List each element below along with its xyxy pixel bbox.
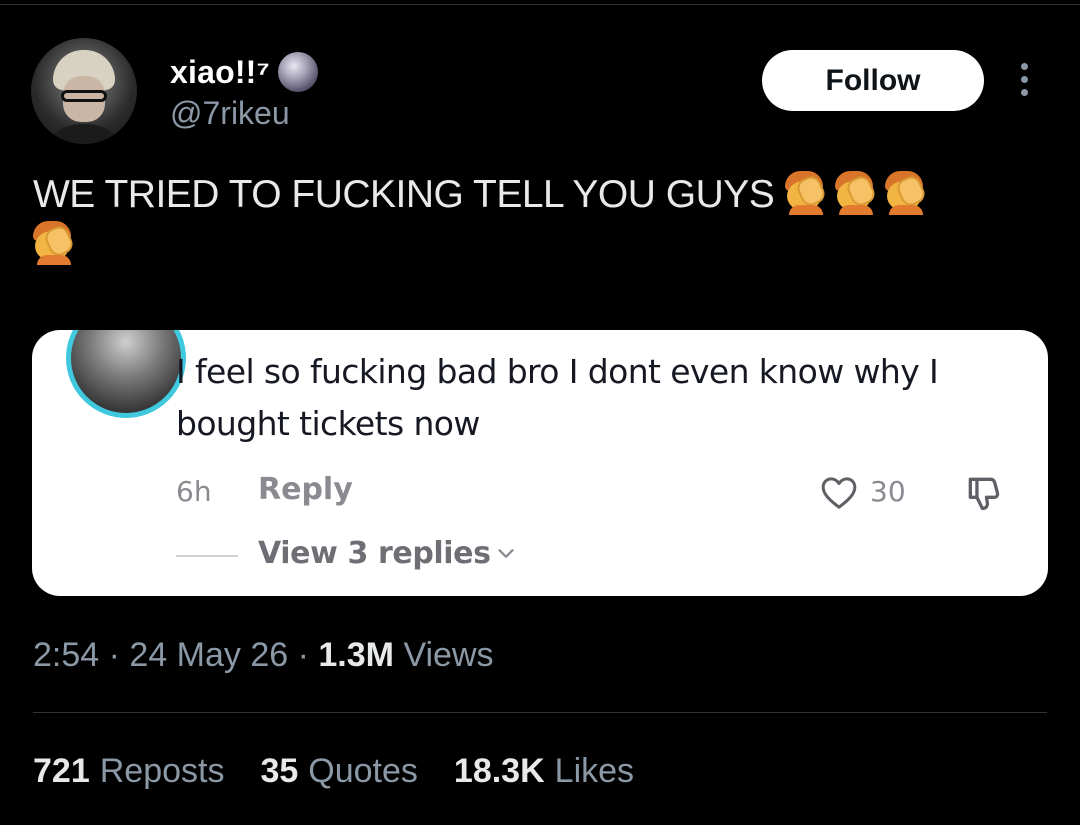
likes-count: 18.3K	[453, 752, 545, 790]
comment-avatar	[66, 330, 186, 418]
reposts-stat[interactable]: 721 Reposts	[33, 752, 224, 791]
tweet-time[interactable]: 2:54	[33, 636, 99, 674]
views-count: 1.3M	[318, 636, 394, 674]
quotes-count: 35	[260, 752, 299, 790]
tweet-body: WE TRIED TO FUCKING TELL YOU GUYS	[33, 173, 775, 216]
follow-button[interactable]: Follow	[762, 50, 984, 111]
display-name[interactable]: xiao!!⁷	[170, 54, 270, 91]
thumbs-down-icon[interactable]	[962, 472, 1008, 516]
moon-icon	[277, 52, 318, 92]
comment-text: I feel so fucking bad bro I dont even kn…	[176, 352, 939, 443]
stats-divider	[33, 712, 1047, 713]
face-palm-emoji-icon	[885, 171, 928, 215]
face-palm-emoji-icon	[835, 171, 878, 215]
reposts-label: Reposts	[99, 752, 225, 790]
reposts-count: 721	[33, 752, 90, 790]
tweet-text: WE TRIED TO FUCKING TELL YOU GUYS	[33, 170, 1033, 270]
tweet-meta: 2:54 · 24 May 26 · 1.3M Views	[33, 636, 494, 674]
view-replies-label: View 3 replies	[258, 536, 491, 571]
likes-label: Likes	[554, 752, 635, 790]
tweet-stats: 721 Reposts 35 Quotes 18.3K Likes	[33, 752, 634, 791]
face-palm-emoji-icon	[33, 221, 76, 265]
replies-divider	[176, 555, 238, 557]
user-avatar[interactable]	[31, 38, 137, 144]
comment-time: 6h	[176, 475, 212, 508]
avatar-glasses	[61, 90, 107, 102]
face-palm-emoji-icon	[785, 171, 828, 215]
embedded-comment-card[interactable]: I feel so fucking bad bro I dont even kn…	[32, 330, 1048, 596]
heart-icon[interactable]	[818, 473, 860, 513]
likes-stat[interactable]: 18.3K Likes	[454, 752, 634, 791]
comment-reply-button[interactable]: Reply	[258, 472, 353, 507]
comment-like-count: 30	[870, 475, 906, 508]
views-label: Views	[403, 636, 494, 674]
quotes-label: Quotes	[308, 752, 418, 790]
name-row: xiao!!⁷	[170, 52, 318, 92]
top-divider	[0, 4, 1080, 5]
quotes-stat[interactable]: 35 Quotes	[260, 752, 417, 791]
tweet-date[interactable]: 24 May 26	[129, 636, 288, 674]
chevron-down-icon	[498, 548, 514, 558]
avatar-body	[41, 124, 127, 144]
view-replies-button[interactable]: View 3 replies	[258, 536, 517, 571]
user-handle[interactable]: @7rikeu	[170, 95, 290, 132]
more-options-icon[interactable]	[1016, 63, 1032, 99]
